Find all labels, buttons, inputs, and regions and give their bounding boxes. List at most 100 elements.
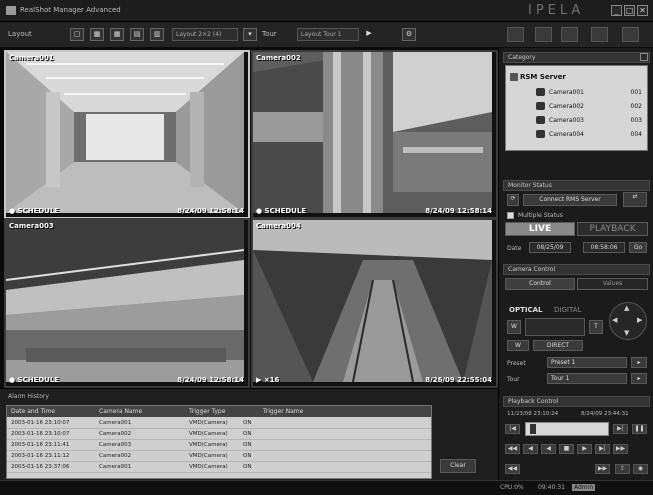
tour-play-button[interactable]: ▶ [362, 28, 376, 41]
monitor-status-header: Monitor Status [503, 180, 650, 191]
optical-label[interactable]: OPTICAL [509, 306, 542, 314]
category-tree: RSM Server Camera001 001 Camera002 002 C… [505, 65, 648, 151]
minimize-button[interactable]: _ [611, 5, 622, 16]
layout-4x4-button[interactable]: ▤ [130, 28, 144, 41]
monitor-button[interactable] [535, 27, 552, 42]
col-date[interactable]: Date and Time [11, 408, 55, 415]
live-button[interactable]: LIVE [505, 222, 575, 236]
speed-up-button[interactable]: ▶▶ [595, 464, 610, 474]
layout-select[interactable]: Layout 2×2 (4) [172, 28, 238, 41]
export-button[interactable]: ⇪ [615, 464, 630, 474]
frame-forward-button[interactable]: ▶| [595, 444, 610, 454]
ptz-tour-play-button[interactable]: ▸ [631, 373, 647, 384]
table-row[interactable]: 2003-01-16 23:11:41 Camera003 VMD(Camera… [7, 440, 431, 451]
camera-pane-1[interactable]: Camera001 ● SCHEDULE 8/24/09 12:58:14 [4, 50, 250, 219]
tour-select[interactable]: Layout Tour 1 [297, 28, 359, 41]
alarm-table-header: Date and Time Camera Name Trigger Type T… [7, 406, 431, 417]
app-icon [6, 6, 16, 15]
skip-forward-button[interactable]: ▶| [613, 424, 628, 434]
zoom-tele-button[interactable]: T [589, 320, 603, 334]
maximize-button[interactable]: □ [624, 5, 635, 16]
timeline-handle[interactable] [530, 424, 536, 434]
camera-pane-2[interactable]: Camera002 ● SCHEDULE 8/24/09 12:58:14 [251, 50, 498, 219]
preset-go-button[interactable]: ▸ [631, 357, 647, 368]
record-mode: ● SCHEDULE [256, 207, 307, 215]
tab-values[interactable]: Values [577, 278, 648, 290]
pan-right-icon[interactable]: ▶ [637, 316, 642, 324]
camera-list-button[interactable] [507, 27, 524, 42]
tour-label: Tour [262, 30, 277, 38]
pan-left-icon[interactable]: ◀ [612, 316, 617, 324]
layout-dropdown-button[interactable]: ▾ [243, 28, 257, 41]
time-input[interactable]: 08:58:06 [583, 242, 625, 253]
camera-name: Camera004 [256, 222, 301, 230]
preset-label: Preset [507, 360, 526, 367]
multiple-status-checkbox[interactable] [507, 212, 514, 219]
skip-back-button[interactable]: |◀ [505, 424, 520, 434]
col-camera[interactable]: Camera Name [99, 408, 142, 415]
tilt-up-icon[interactable]: ▲ [624, 304, 629, 312]
layout-5x5-button[interactable]: ▥ [150, 28, 164, 41]
category-header: Category [503, 52, 650, 63]
tree-item-camera001[interactable]: Camera001 001 [536, 88, 644, 98]
preset-select[interactable]: Preset 1 [547, 357, 627, 368]
tab-control[interactable]: Control [505, 278, 575, 290]
config-button[interactable] [591, 27, 608, 42]
gear-icon: ⚙ [405, 30, 413, 38]
camera-1-feed [6, 52, 244, 213]
col-trigger-type[interactable]: Trigger Type [189, 408, 225, 415]
rewind-button[interactable]: ◀◀ [505, 444, 520, 454]
digital-label[interactable]: DIGITAL [554, 306, 581, 314]
server-status-button[interactable]: ⇄ [623, 192, 647, 207]
close-button[interactable]: ✕ [637, 5, 648, 16]
clear-button[interactable]: Clear [440, 459, 476, 473]
layout-1x1-icon: ▢ [73, 30, 81, 38]
layout-1x1-button[interactable]: ▢ [70, 28, 84, 41]
users-button[interactable] [622, 27, 639, 42]
home-button[interactable] [561, 27, 578, 42]
tilt-down-icon[interactable]: ▼ [624, 329, 629, 337]
connect-server-button[interactable]: Connect RMS Server [523, 194, 617, 206]
playback-button[interactable]: PLAYBACK [577, 222, 648, 236]
reverse-play-button[interactable]: ◀ [541, 444, 556, 454]
category-close-button[interactable] [640, 53, 648, 61]
zoom-slider[interactable] [525, 318, 585, 336]
export-icon: ⇪ [619, 465, 626, 472]
pause-icon: ❚❚ [634, 425, 645, 432]
settings-button[interactable]: ⚙ [402, 28, 416, 41]
play-button[interactable]: ▶ [577, 444, 592, 454]
ptz-tour-select[interactable]: Tour 1 [547, 373, 627, 384]
stop-button[interactable]: ■ [559, 444, 574, 454]
table-row[interactable]: 2003-01-16 23:10:07 Camera001 VMD(Camera… [7, 418, 431, 429]
layout-3x3-button[interactable]: ▦ [110, 28, 124, 41]
date-input[interactable]: 08/25/09 [529, 242, 571, 253]
status-bar: CPU:0% 09:40:31 Admin [0, 480, 653, 495]
table-row[interactable]: 2003-01-16 23:37:06 Camera001 VMD(Camera… [7, 462, 431, 473]
col-trigger-name[interactable]: Trigger Name [263, 408, 303, 415]
fast-forward-button[interactable]: ▶▶ [613, 444, 628, 454]
playback-timeline[interactable] [525, 422, 609, 436]
refresh-button[interactable]: ⟳ [507, 194, 519, 206]
camera-pane-4[interactable]: Camera004 ▶ ×16 8/26/09 22:55:04 [251, 218, 498, 388]
frame-back-button[interactable]: ◀ [523, 444, 538, 454]
pause-button[interactable]: ❚❚ [632, 424, 647, 434]
go-button[interactable]: Go [629, 242, 647, 253]
tree-item-camera004[interactable]: Camera004 004 [536, 130, 644, 140]
speed-down-button[interactable]: ◀◀ [505, 464, 520, 474]
tree-item-camera002[interactable]: Camera002 002 [536, 102, 644, 112]
user-badge: Admin [572, 484, 596, 491]
record-mode: ▶ ×16 [256, 376, 280, 384]
record-mode: ● SCHEDULE [9, 376, 60, 384]
zoom-wide-button[interactable]: W [507, 320, 521, 334]
play-icon: ▶ [366, 29, 372, 37]
layout-2x2-button[interactable]: ▦ [90, 28, 104, 41]
tree-root[interactable]: RSM Server [520, 73, 566, 81]
direct-button[interactable]: DIRECT [533, 340, 583, 351]
table-row[interactable]: 2003-01-16 23:10:07 Camera002 VMD(Camera… [7, 429, 431, 440]
tree-item-camera003[interactable]: Camera003 003 [536, 116, 644, 126]
snapshot-button[interactable]: ◉ [633, 464, 648, 474]
wide-button[interactable]: W [507, 340, 529, 351]
camera-control-header: Camera Control [503, 264, 650, 275]
camera-pane-3[interactable]: Camera003 ● SCHEDULE 8/24/09 12:58:14 [4, 218, 250, 388]
table-row[interactable]: 2003-01-16 23:11:12 Camera002 VMD(Camera… [7, 451, 431, 462]
